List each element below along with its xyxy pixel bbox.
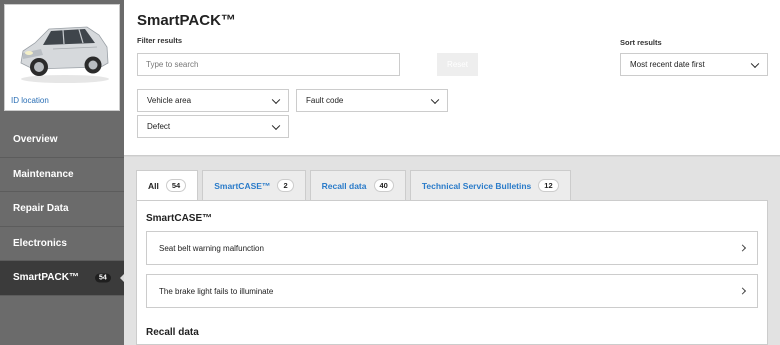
- tab-count-badge: 54: [165, 179, 187, 192]
- defect-select[interactable]: Defect: [137, 115, 289, 138]
- tab-technical-service-bulletins[interactable]: Technical Service Bulletins 12: [409, 170, 571, 201]
- list-item-label: Seat belt warning malfunction: [159, 243, 264, 253]
- search-input[interactable]: [137, 53, 400, 76]
- fault-code-value: Fault code: [306, 96, 344, 105]
- sidebar-item-maintenance[interactable]: Maintenance: [0, 158, 124, 192]
- vehicle-image: [20, 26, 109, 83]
- results-area: All 54 SmartCASE™ 2 Recall data 40 Techn…: [124, 157, 780, 345]
- id-location-link[interactable]: ID location: [11, 96, 49, 105]
- section-title-smartcase: SmartCASE™: [146, 213, 213, 224]
- sidebar-item-overview[interactable]: Overview: [0, 123, 124, 158]
- sidebar-item-label: SmartPACK™: [13, 272, 79, 284]
- filter-header: SmartPACK™ Filter results Sort results R…: [124, 0, 780, 156]
- sidebar-item-electronics[interactable]: Electronics: [0, 227, 124, 261]
- sidebar-item-label: Repair Data: [13, 203, 69, 215]
- sidebar-item-repair-data[interactable]: Repair Data: [0, 192, 124, 227]
- list-item[interactable]: The brake light fails to illuminate: [146, 274, 758, 308]
- fault-code-select[interactable]: Fault code: [296, 89, 448, 112]
- tab-all[interactable]: All 54: [136, 170, 199, 201]
- sidebar-nav: Overview Maintenance Repair Data Electro…: [0, 123, 125, 296]
- chevron-down-icon: [271, 121, 281, 130]
- vehicle-card: ID location: [4, 4, 120, 111]
- vehicle-area-value: Vehicle area: [147, 96, 192, 105]
- tab-label: SmartCASE™: [214, 180, 271, 191]
- sidebar-item-smartpack[interactable]: SmartPACK™ 54: [0, 261, 125, 296]
- sidebar: ID location Overview Maintenance Repair …: [0, 0, 125, 345]
- tab-count-badge: 2: [277, 179, 294, 192]
- count-badge: 54: [95, 273, 111, 283]
- chevron-down-icon: [750, 59, 760, 68]
- vehicle-area-select[interactable]: Vehicle area: [137, 89, 289, 112]
- list-item[interactable]: Seat belt warning malfunction: [146, 231, 758, 265]
- chevron-right-icon: [738, 244, 747, 252]
- defect-value: Defect: [147, 122, 171, 131]
- sort-label: Sort results: [620, 38, 662, 47]
- chevron-down-icon: [271, 95, 281, 104]
- tab-recall-data[interactable]: Recall data 40: [309, 170, 406, 201]
- tab-count-badge: 40: [373, 179, 394, 192]
- chevron-right-icon: [738, 287, 747, 295]
- tab-count-badge: 12: [538, 179, 559, 192]
- tab-label: Technical Service Bulletins: [421, 180, 532, 191]
- results-panel: SmartCASE™ Seat belt warning malfunction…: [136, 200, 768, 345]
- sidebar-item-label: Electronics: [13, 237, 67, 249]
- sort-select-value: Most recent date first: [630, 60, 705, 69]
- tab-label: All: [148, 180, 159, 191]
- reset-button[interactable]: Reset: [437, 53, 478, 76]
- tab-smartcase[interactable]: SmartCASE™ 2: [202, 170, 306, 201]
- page-title: SmartPACK™: [137, 12, 236, 29]
- tab-label: Recall data: [321, 180, 367, 191]
- result-tabs: All 54 SmartCASE™ 2 Recall data 40 Techn…: [136, 170, 575, 201]
- sidebar-item-label: Overview: [13, 134, 58, 146]
- chevron-down-icon: [430, 95, 440, 104]
- filter-label: Filter results: [137, 36, 183, 45]
- list-item-label: The brake light fails to illuminate: [159, 286, 274, 296]
- sort-select[interactable]: Most recent date first: [620, 53, 768, 76]
- sidebar-item-label: Maintenance: [13, 168, 74, 180]
- section-title-recall-data: Recall data: [146, 327, 199, 338]
